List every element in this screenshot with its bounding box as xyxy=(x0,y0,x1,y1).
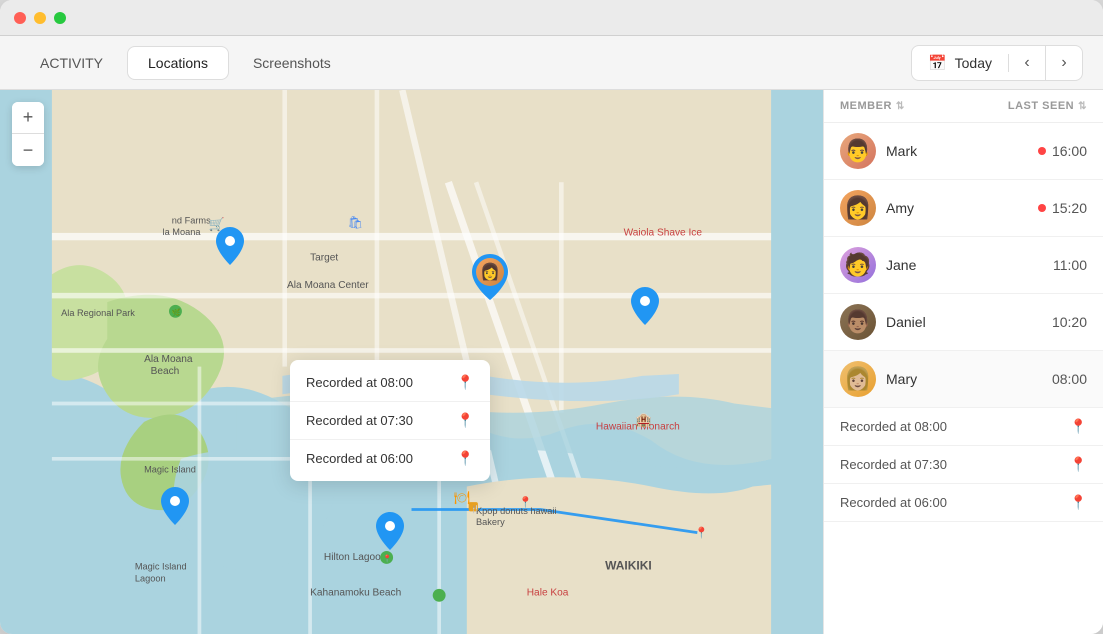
member-time-amy: 15:20 xyxy=(1038,200,1087,216)
svg-text:Ala Moana: Ala Moana xyxy=(144,354,193,365)
calendar-icon: 📅 xyxy=(928,54,947,72)
svg-text:la Moana: la Moana xyxy=(163,227,202,237)
member-name-amy: Amy xyxy=(886,200,1028,216)
sub-location-icon-2: 📍 xyxy=(1070,456,1087,473)
svg-text:Lagoon: Lagoon xyxy=(135,573,166,583)
member-name-mark: Mark xyxy=(886,143,1028,159)
member-time-mark: 16:00 xyxy=(1038,143,1087,159)
last-seen-header: LAST SEEN ⇅ xyxy=(1008,100,1087,112)
svg-text:Hale Koa: Hale Koa xyxy=(527,587,569,598)
popup-row-1[interactable]: Recorded at 08:00 📍 xyxy=(290,364,490,402)
svg-text:📍: 📍 xyxy=(383,554,392,563)
date-nav: 📅 Today ‹ › xyxy=(911,45,1083,81)
panel-header: MEMBER ⇅ LAST SEEN ⇅ xyxy=(824,90,1103,123)
date-label: 📅 Today xyxy=(912,54,1009,72)
sub-row-3[interactable]: Recorded at 06:00 📍 xyxy=(824,484,1103,522)
maximize-button[interactable] xyxy=(54,12,66,24)
member-row-amy[interactable]: Amy 15:20 xyxy=(824,180,1103,237)
next-date-button[interactable]: › xyxy=(1046,45,1082,81)
pin-4[interactable] xyxy=(161,487,189,530)
svg-text:🍴: 🍴 xyxy=(471,504,480,513)
svg-text:Beach: Beach xyxy=(151,366,180,377)
svg-text:🍽: 🍽 xyxy=(454,490,470,505)
avatar-jane xyxy=(840,247,876,283)
svg-text:nd Farms: nd Farms xyxy=(172,216,211,226)
map-popup: Recorded at 08:00 📍 Recorded at 07:30 📍 … xyxy=(290,360,490,481)
sub-location-icon-1: 📍 xyxy=(1070,418,1087,435)
member-name-daniel: Daniel xyxy=(886,314,1042,330)
popup-row-2[interactable]: Recorded at 07:30 📍 xyxy=(290,402,490,440)
member-name-jane: Jane xyxy=(886,257,1043,273)
svg-text:🛍: 🛍 xyxy=(348,215,363,229)
pin-1[interactable] xyxy=(216,227,244,270)
main-area: Target Ala Moana Center Waiola Shave Ice… xyxy=(0,90,1103,634)
sub-location-icon-3: 📍 xyxy=(1070,494,1087,511)
svg-text:Bakery: Bakery xyxy=(476,517,505,527)
avatar-daniel xyxy=(840,304,876,340)
sub-row-text-1: Recorded at 08:00 xyxy=(840,419,1062,434)
svg-text:Kpop donuts hawaii: Kpop donuts hawaii xyxy=(476,506,556,516)
member-time-mary: 08:00 xyxy=(1052,371,1087,387)
member-row-jane[interactable]: Jane 11:00 xyxy=(824,237,1103,294)
svg-text:🌿: 🌿 xyxy=(172,308,181,317)
member-sort-icon[interactable]: ⇅ xyxy=(896,101,905,112)
zoom-out-button[interactable]: − xyxy=(12,134,44,166)
app-window: ACTIVITY Locations Screenshots 📅 Today ‹… xyxy=(0,0,1103,634)
location-icon-2: 📍 xyxy=(457,412,474,429)
title-bar xyxy=(0,0,1103,36)
svg-text:Waiola Shave Ice: Waiola Shave Ice xyxy=(624,228,703,239)
svg-text:Magic Island: Magic Island xyxy=(135,561,187,571)
avatar-mark xyxy=(840,133,876,169)
sub-row-1[interactable]: Recorded at 08:00 📍 xyxy=(824,408,1103,446)
svg-text:📍: 📍 xyxy=(518,495,532,509)
svg-text:WAIKIKI: WAIKIKI xyxy=(605,558,652,572)
svg-text:Target: Target xyxy=(310,253,338,264)
svg-text:📍: 📍 xyxy=(695,525,709,539)
svg-text:🏨: 🏨 xyxy=(636,412,652,428)
location-icon-3: 📍 xyxy=(457,450,474,467)
sub-row-text-3: Recorded at 06:00 xyxy=(840,495,1062,510)
tab-locations[interactable]: Locations xyxy=(127,46,229,80)
member-row-mark[interactable]: Mark 16:00 xyxy=(824,123,1103,180)
svg-text:Ala Moana Center: Ala Moana Center xyxy=(287,280,369,291)
sub-row-2[interactable]: Recorded at 07:30 📍 xyxy=(824,446,1103,484)
toolbar: ACTIVITY Locations Screenshots 📅 Today ‹… xyxy=(0,36,1103,90)
right-panel: MEMBER ⇅ LAST SEEN ⇅ Mark 16:00 xyxy=(823,90,1103,634)
member-time-daniel: 10:20 xyxy=(1052,314,1087,330)
lastseen-sort-icon[interactable]: ⇅ xyxy=(1078,101,1087,112)
member-time-jane: 11:00 xyxy=(1053,257,1087,273)
online-indicator-amy xyxy=(1038,204,1046,212)
map-controls: + − xyxy=(12,102,44,166)
pin-amy[interactable]: 👩 xyxy=(472,254,508,305)
popup-row-3[interactable]: Recorded at 06:00 📍 xyxy=(290,440,490,477)
tab-screenshots[interactable]: Screenshots xyxy=(233,47,351,79)
member-row-mary[interactable]: Mary 08:00 xyxy=(824,351,1103,408)
member-name-mary: Mary xyxy=(886,371,1042,387)
close-button[interactable] xyxy=(14,12,26,24)
prev-date-button[interactable]: ‹ xyxy=(1009,45,1045,81)
map-area[interactable]: Target Ala Moana Center Waiola Shave Ice… xyxy=(0,90,823,634)
traffic-lights xyxy=(14,12,66,24)
date-text: Today xyxy=(955,55,992,71)
svg-text:Ala Regional Park: Ala Regional Park xyxy=(61,308,135,318)
minimize-button[interactable] xyxy=(34,12,46,24)
pin-3[interactable] xyxy=(631,287,659,330)
avatar-amy xyxy=(840,190,876,226)
svg-text:Kahanamoku Beach: Kahanamoku Beach xyxy=(310,587,401,598)
avatar-mary xyxy=(840,361,876,397)
online-indicator-mark xyxy=(1038,147,1046,155)
member-row-daniel[interactable]: Daniel 10:20 xyxy=(824,294,1103,351)
member-header: MEMBER ⇅ xyxy=(840,100,1008,112)
pin-5[interactable] xyxy=(376,512,404,555)
sub-row-text-2: Recorded at 07:30 xyxy=(840,457,1062,472)
location-icon-1: 📍 xyxy=(457,374,474,391)
zoom-in-button[interactable]: + xyxy=(12,102,44,134)
svg-text:Magic Island: Magic Island xyxy=(144,465,196,475)
tab-activity[interactable]: ACTIVITY xyxy=(20,47,123,79)
